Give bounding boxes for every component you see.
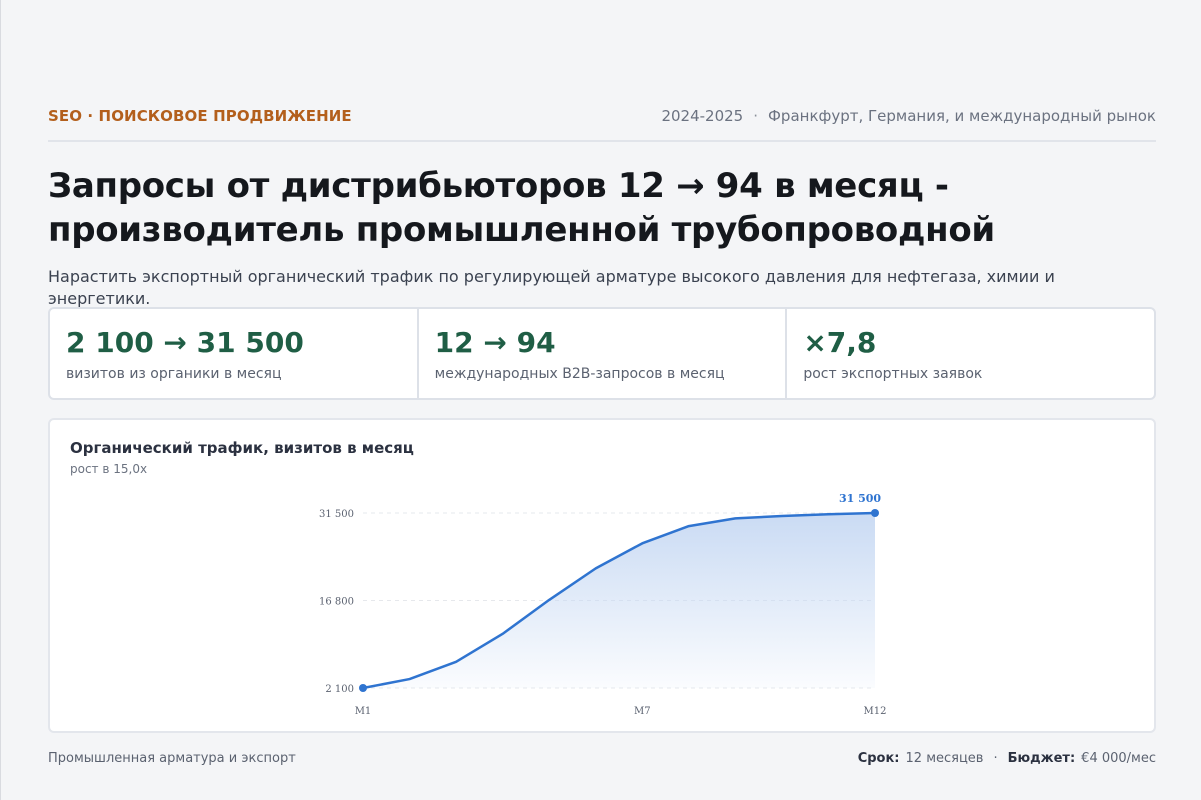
x-tick-label: M12 — [864, 706, 887, 717]
category-eyebrow: SEO · ПОИСКОВОЕ ПРОДВИЖЕНИЕ — [48, 107, 352, 125]
kpi-card-growth: ×7,8 рост экспортных заявок — [787, 309, 1154, 398]
y-tick-label: 16 800 — [319, 597, 354, 608]
kpi-value: 2 100 → 31 500 — [66, 326, 304, 359]
budget-value: €4 000/мес — [1081, 750, 1156, 766]
footer: Промышленная арматура и экспорт Срок: 12… — [48, 748, 1156, 768]
footer-summary: Срок: 12 месяцев · Бюджет: €4 000/мес — [858, 751, 1156, 766]
term-value: 12 месяцев — [905, 750, 984, 766]
footer-separator: · — [993, 750, 998, 766]
kpi-label: рост экспортных заявок — [803, 366, 983, 382]
page-subtitle: Нарастить экспортный органический трафик… — [48, 267, 1055, 308]
kpi-row: 2 100 → 31 500 визитов из органики в мес… — [48, 307, 1156, 400]
traffic-area-chart: 2 100 16 800 31 500 31 500 M1 M7 M12 — [319, 492, 887, 717]
end-value-label: 31 500 — [839, 492, 881, 505]
kpi-card-traffic: 2 100 → 31 500 визитов из органики в мес… — [50, 309, 419, 398]
kpi-value: ×7,8 — [803, 326, 877, 359]
meta-info: 2024-2025 · Франкфурт, Германия, и между… — [661, 104, 1156, 128]
x-tick-label: M1 — [355, 706, 372, 717]
area-fill — [363, 513, 875, 688]
term-label: Срок: — [857, 750, 900, 766]
budget-label: Бюджет: — [1007, 750, 1076, 766]
y-tick-label: 31 500 — [319, 509, 354, 520]
footer-category: Промышленная арматура и экспорт — [48, 750, 296, 766]
start-point — [359, 684, 367, 692]
location: Франкфурт, Германия, и международный рын… — [768, 107, 1156, 125]
period: 2024-2025 — [661, 107, 744, 125]
page-title: Запросы от дистрибьюторов 12 → 94 в меся… — [48, 164, 1156, 252]
title-line-2: производитель промышленной трубопроводно… — [48, 210, 995, 250]
case-study-page: SEO · ПОИСКОВОЕ ПРОДВИЖЕНИЕ 2024-2025 · … — [48, 0, 1156, 800]
kpi-card-requests: 12 → 94 международных B2B-запросов в мес… — [419, 309, 788, 398]
kpi-value: 12 → 94 — [434, 326, 556, 359]
y-tick-label: 2 100 — [325, 684, 354, 695]
x-tick-label: M7 — [634, 706, 651, 717]
traffic-chart-card: Органический трафик, визитов в месяц рос… — [48, 418, 1156, 733]
kpi-label: международных B2B-запросов в месяц — [434, 366, 725, 382]
end-point — [871, 509, 879, 517]
title-line-1: Запросы от дистрибьюторов 12 → 94 в меся… — [48, 166, 949, 206]
meta-separator: · — [753, 107, 759, 125]
top-bar: SEO · ПОИСКОВОЕ ПРОДВИЖЕНИЕ 2024-2025 · … — [48, 104, 1156, 142]
kpi-label: визитов из органики в месяц — [66, 366, 282, 382]
